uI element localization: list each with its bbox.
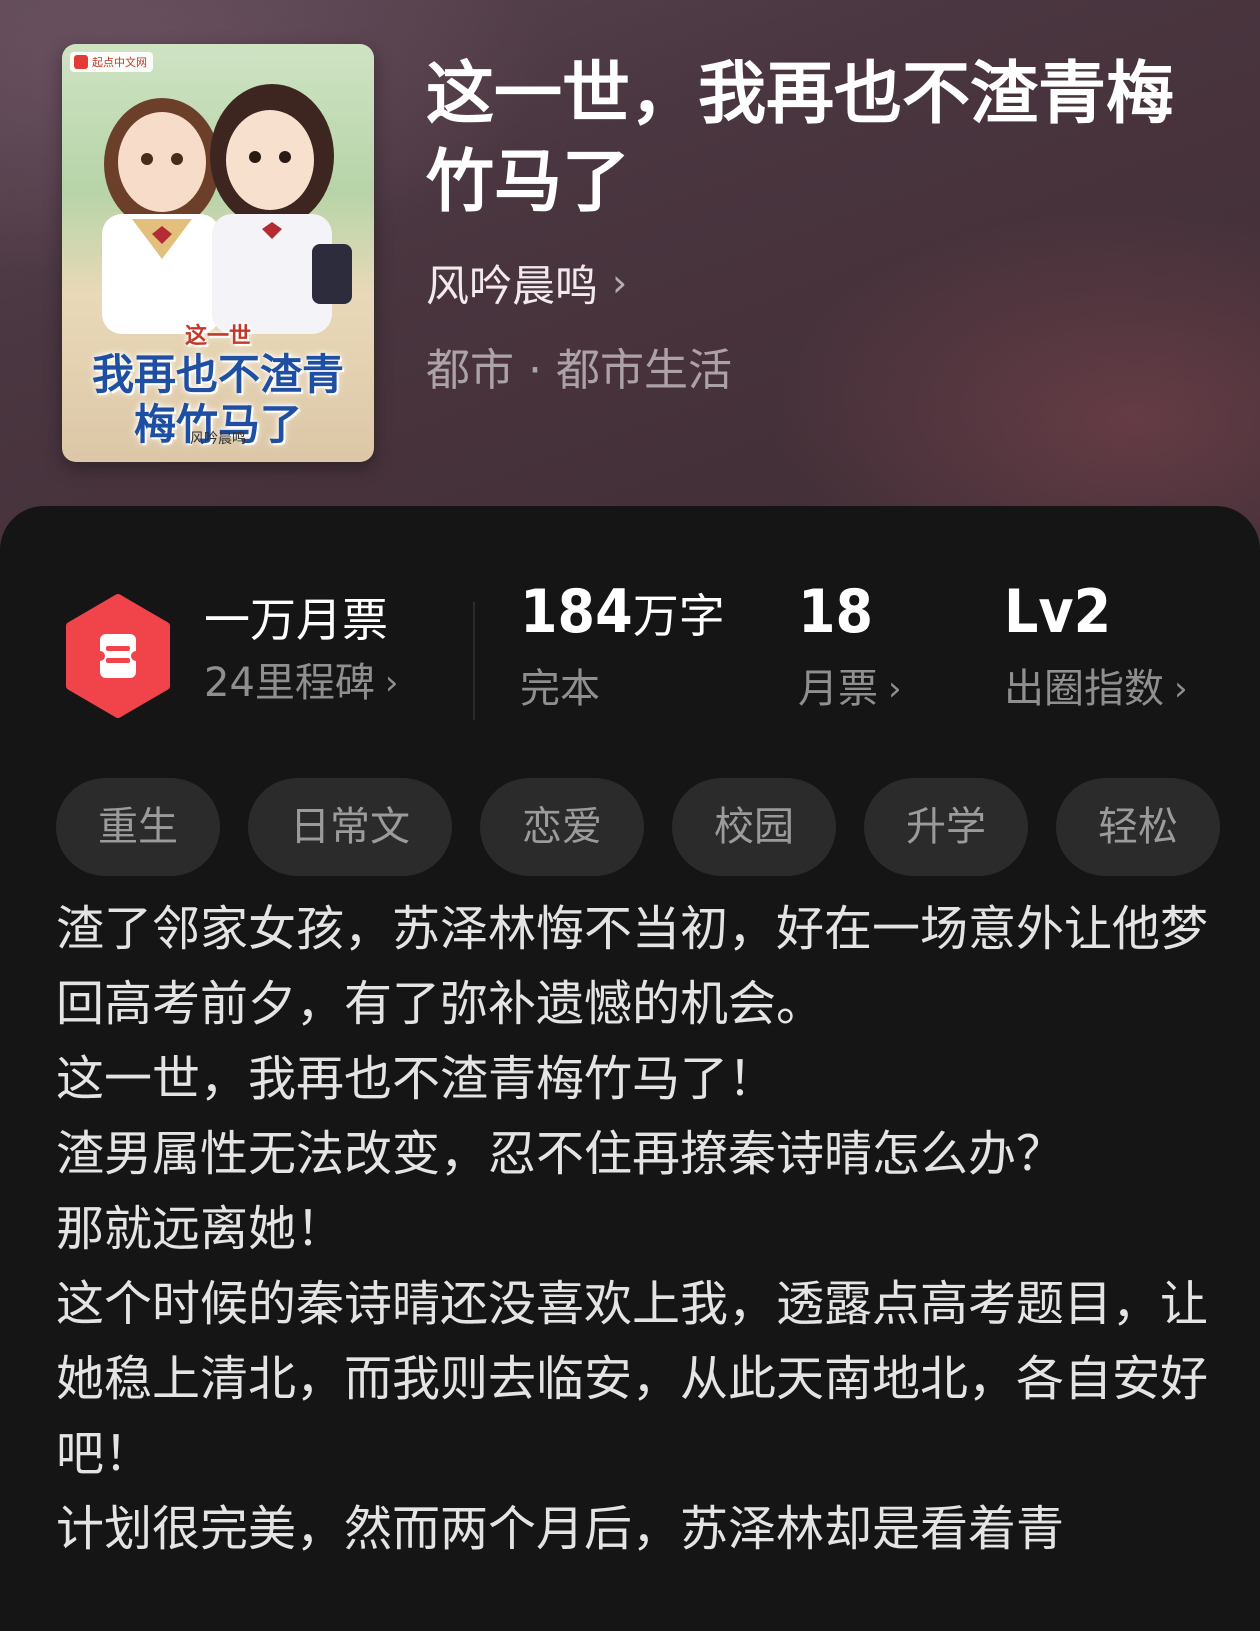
tag-chip[interactable]: 重生 — [56, 778, 220, 876]
monthly-tickets-value: 18 — [798, 582, 873, 644]
status-label: 完本 — [520, 666, 600, 712]
tag-chip[interactable]: 日常文 — [248, 778, 452, 876]
synopsis-paragraph: 渣男属性无法改变，忍不住再撩秦诗晴怎么办？ — [56, 1126, 1065, 1182]
milestone-sub: 24里程碑 — [204, 660, 375, 706]
monthly-tickets-number: 18 — [798, 577, 874, 647]
word-count-unit: 万字 — [632, 589, 725, 643]
synopsis-paragraph: 那就远离她！ — [56, 1201, 345, 1257]
cover-title-small: 这一世 — [184, 324, 251, 349]
genre-label: 都市 · 都市生活 — [426, 345, 732, 396]
cover-author: 风吟晨鸣 — [190, 431, 246, 447]
tag-chip[interactable]: 轻松 — [1056, 778, 1220, 876]
index-level: Lv2 — [1004, 577, 1112, 647]
word-count-number: 184 — [520, 577, 633, 647]
author-link[interactable]: 风吟晨鸣 › — [426, 252, 627, 314]
word-count: 184万字 — [520, 582, 725, 644]
synopsis-paragraph: 计划很完美，然而两个月后，苏泽林却是看着青 — [56, 1501, 1065, 1557]
synopsis-paragraph: 这个时候的秦诗晴还没喜欢上我，透露点高考题目，让她稳上清北，而我则去临安，从此天… — [56, 1276, 1209, 1482]
monthly-ticket-hexagon-icon — [66, 594, 170, 718]
book-cover[interactable]: 起点中文网 这一世 我再也不渣青梅竹马了 风吟晨鸣 — [62, 44, 374, 462]
tag-chip[interactable]: 升学 — [864, 778, 1028, 876]
synopsis[interactable]: 渣了邻家女孩，苏泽林悔不当初，好在一场意外让他梦回高考前夕，有了弥补遗憾的机会。… — [56, 892, 1216, 1567]
synopsis-paragraph: 这一世，我再也不渣青梅竹马了！ — [56, 1051, 777, 1107]
chevron-right-icon: › — [384, 663, 399, 703]
index-link[interactable]: 出圈指数 › — [1004, 664, 1188, 714]
tag-chip[interactable]: 恋爱 — [480, 778, 644, 876]
tag-list: 重生 日常文 恋爱 校园 升学 轻松 — [56, 778, 1220, 878]
book-detail-page: 起点中文网 这一世 我再也不渣青梅竹马了 风吟晨鸣 这一世，我再也不渣青梅竹马了 — [0, 0, 1260, 1631]
milestone-link[interactable]: 24里程碑 › — [204, 658, 399, 708]
details-panel: 一万月票 24里程碑 › 184万字 完本 18 月票 › Lv2 出圈指数 ›… — [0, 506, 1260, 1631]
chevron-right-icon: › — [1174, 669, 1188, 709]
milestone-title: 一万月票 — [204, 593, 388, 647]
monthly-tickets-label: 月票 — [798, 666, 878, 712]
synopsis-paragraph: 渣了邻家女孩，苏泽林悔不当初，好在一场意外让他梦回高考前夕，有了弥补遗憾的机会。 — [56, 901, 1209, 1032]
stats-divider — [473, 602, 475, 720]
chevron-right-icon: › — [888, 669, 902, 709]
index-label: 出圈指数 — [1004, 666, 1164, 712]
stats-bar: 一万月票 24里程碑 › 184万字 完本 18 月票 › Lv2 出圈指数 › — [0, 562, 1260, 720]
book-title: 这一世，我再也不渣青梅竹马了 — [426, 54, 1175, 222]
chevron-right-icon: › — [612, 261, 628, 305]
index-value: Lv2 — [1004, 582, 1111, 644]
monthly-tickets-link[interactable]: 月票 › — [798, 664, 902, 714]
author-name: 风吟晨鸣 — [426, 262, 598, 312]
tag-chip[interactable]: 校园 — [672, 778, 836, 876]
completion-status: 完本 — [520, 664, 600, 714]
